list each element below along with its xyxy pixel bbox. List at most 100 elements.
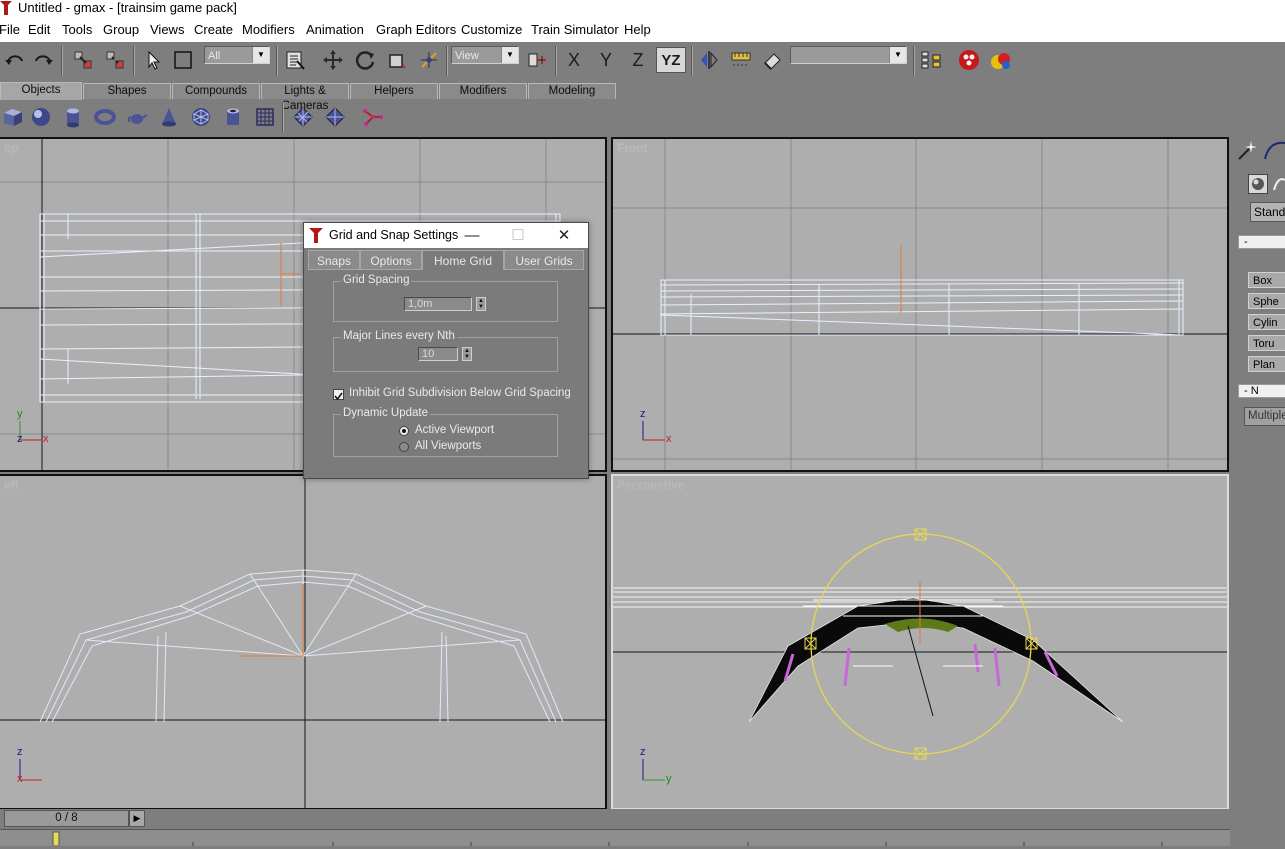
cone-button[interactable] [156,104,182,130]
rollout-object-type[interactable]: - [1238,235,1285,249]
plane-button[interactable] [252,104,278,130]
tab-modeling[interactable]: Modeling [528,83,616,99]
create-tabs: Objects Shapes Compounds Lights & Camera… [0,80,1285,112]
pivot-center-button[interactable] [524,47,550,73]
tab-snaps[interactable]: Snaps [308,250,360,270]
redo-button[interactable] [30,47,56,73]
major-lines-spinner[interactable]: ▲ ▼ [462,347,472,361]
bone-button[interactable] [360,104,386,130]
restrict-z-button[interactable]: Z [625,47,651,73]
align-ruler-icon [731,52,751,66]
tube-button[interactable] [220,104,246,130]
major-lines-input[interactable]: 10 [418,347,458,361]
menu-create[interactable]: Create [194,22,233,37]
quick-render-icon [991,53,1010,69]
time-slider[interactable]: 0 / 8 [4,810,129,827]
create-panel-button[interactable] [1235,139,1259,163]
patch-quad-button[interactable] [290,104,316,130]
menu-tools[interactable]: Tools [62,22,92,37]
plane-create-button[interactable]: Plan [1248,356,1285,372]
menu-help[interactable]: Help [624,22,651,37]
reference-coordinate-dropdown[interactable]: View ▼ [451,46,519,64]
menu-group[interactable]: Group [103,22,139,37]
tab-home-grid[interactable]: Home Grid [422,250,504,270]
cylinder-button[interactable] [60,104,86,130]
torus-create-button[interactable]: Toru [1248,335,1285,351]
viewport-perspective[interactable]: Perspective z y [611,474,1229,810]
select-and-rotate-button[interactable] [352,47,378,73]
named-selection-dropdown[interactable]: ▼ [790,46,907,64]
active-viewport-radio[interactable] [399,426,409,436]
patch-tri-button[interactable] [322,104,348,130]
maximize-button[interactable]: ☐ [503,225,533,245]
menu-graph-editors[interactable]: Graph Editors [376,22,456,37]
material-editor-button[interactable] [760,47,786,73]
quick-render-button[interactable] [988,47,1014,73]
sphere-button[interactable] [28,104,54,130]
menu-customize[interactable]: Customize [461,22,522,37]
cylinder-create-button[interactable]: Cylin [1248,314,1285,330]
tab-lights-cameras[interactable]: Lights & Cameras [261,83,349,112]
restrict-x-button[interactable]: X [561,47,587,73]
menu-file[interactable]: File [0,22,20,37]
tab-compounds[interactable]: Compounds [172,83,260,99]
array-button[interactable] [728,47,754,73]
object-name-field[interactable]: Multiple [1244,407,1285,426]
menu-views[interactable]: Views [150,22,184,37]
mirror-button[interactable] [696,47,722,73]
rectangular-selection-button[interactable] [170,47,196,73]
viewport-front[interactable]: Front z x [611,137,1229,472]
next-frame-button[interactable]: ▶ [129,810,145,827]
use-pivot-point-button[interactable] [416,47,442,73]
select-and-move-button[interactable] [320,47,346,73]
box-create-button[interactable]: Box [1248,272,1285,288]
menu-train-simulator[interactable]: Train Simulator [531,22,619,37]
select-and-scale-button[interactable] [384,47,410,73]
all-viewports-radio[interactable] [399,442,409,452]
menu-animation[interactable]: Animation [306,22,364,37]
restrict-y-button[interactable]: Y [593,47,619,73]
select-object-button[interactable] [140,47,166,73]
grid-spacing-input[interactable]: 1,0m [404,297,472,311]
tab-modifiers[interactable]: Modifiers [439,83,527,99]
toolbar-separator [913,46,915,76]
schematic-view-button[interactable] [918,47,944,73]
menu-modifiers[interactable]: Modifiers [242,22,295,37]
unlink-selection-button[interactable] [102,47,128,73]
render-scene-button[interactable] [956,47,982,73]
teapot-button[interactable] [124,104,150,130]
tab-user-grids[interactable]: User Grids [504,250,584,270]
inhibit-grid-checkbox[interactable] [333,389,344,401]
track-bar[interactable] [0,829,1230,847]
minimize-button[interactable]: — [457,225,487,245]
chevron-down-icon: ▼ [889,47,906,63]
close-button[interactable]: ✕ [549,225,579,245]
undo-button[interactable] [2,47,28,73]
perspective-scene [613,528,1227,781]
shapes-category-button[interactable] [1272,174,1285,194]
rollout-name-color[interactable]: - N [1238,384,1285,398]
reference-coordinate-value: View [455,50,479,62]
box-button[interactable] [0,104,26,130]
grid-spacing-spinner[interactable]: ▲ ▼ [476,297,486,311]
selection-filter-dropdown[interactable]: All ▼ [204,46,270,64]
viewport-left[interactable]: eft z x [0,474,607,810]
main-toolbar: All ▼ View ▼ X Y Z YZ ▼ [0,42,1285,80]
torus-button[interactable] [92,104,118,130]
menu-edit[interactable]: Edit [28,22,50,37]
dialog-title-bar[interactable]: Grid and Snap Settings — ☐ ✕ [304,223,588,248]
geosphere-button[interactable] [188,104,214,130]
sphere-create-button[interactable]: Sphe [1248,293,1285,309]
object-type-dropdown[interactable]: Standa [1250,202,1285,222]
tab-objects[interactable]: Objects [0,82,82,100]
restrict-yz-plane-button[interactable]: YZ [656,47,686,73]
geometry-category-button[interactable] [1248,174,1268,194]
tab-shapes[interactable]: Shapes [83,83,171,99]
left-view-wireframe [0,476,605,808]
tab-helpers[interactable]: Helpers [350,83,438,99]
tri-patch-icon [325,107,345,127]
modify-panel-button[interactable] [1263,139,1285,163]
select-and-link-button[interactable] [70,47,96,73]
select-by-name-button[interactable] [282,47,308,73]
tab-options[interactable]: Options [360,250,422,270]
